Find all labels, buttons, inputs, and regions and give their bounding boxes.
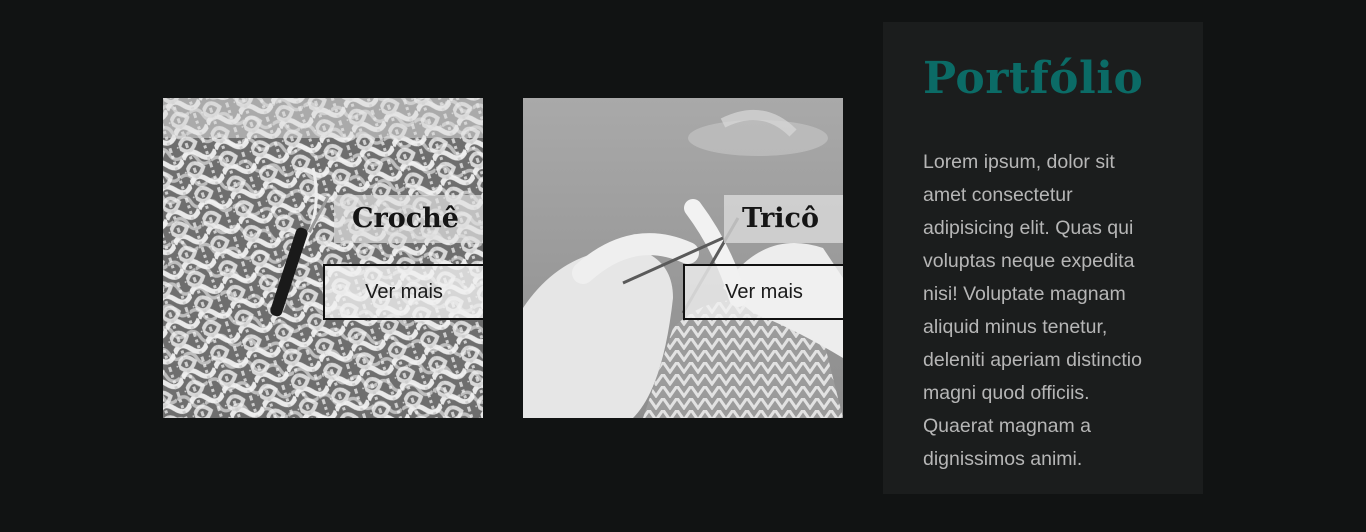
ver-mais-button[interactable]: Ver mais: [323, 264, 483, 320]
panel-title: Portfólio: [923, 53, 1144, 104]
crochet-net-image: [163, 98, 483, 418]
ver-mais-button[interactable]: Ver mais: [683, 264, 843, 320]
knitting-hands-image: [523, 98, 843, 418]
card-title: Tricô: [723, 195, 843, 243]
panel-description: Lorem ipsum, dolor sit amet consectetur …: [923, 151, 1142, 470]
portfolio-card-croche[interactable]: Crochê Ver mais: [163, 98, 483, 418]
card-title: Crochê: [334, 195, 483, 243]
portfolio-section: Crochê Ver mais Tricô Ver mais Portfólio…: [0, 0, 1366, 532]
portfolio-card-trico[interactable]: Tricô Ver mais: [523, 98, 843, 418]
portfolio-panel: Portfólio Lorem ipsum, dolor sit amet co…: [883, 22, 1203, 494]
